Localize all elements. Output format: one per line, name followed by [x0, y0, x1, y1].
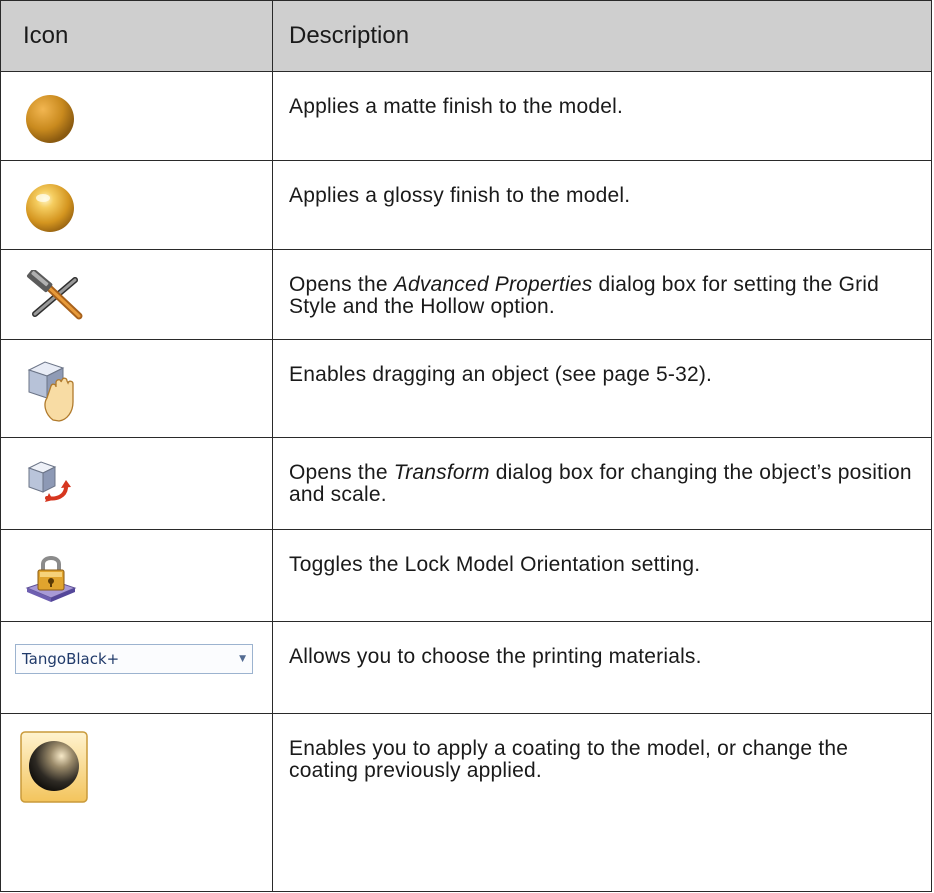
header-icon: Icon	[0, 0, 273, 72]
coating-icon	[20, 731, 88, 803]
row-description: Applies a matte finish to the model.	[272, 71, 932, 161]
lock-orientation-icon	[25, 556, 77, 602]
chevron-down-icon[interactable]: ▼	[239, 654, 246, 664]
dialog-name-transform: Transform	[393, 461, 490, 484]
row-description: Applies a glossy finish to the model.	[272, 160, 932, 250]
row-description: Opens the Advanced Properties dialog box…	[272, 249, 932, 340]
table-row: TangoBlack+ ▼ Allows you to choose the p…	[0, 621, 932, 714]
row-description: Opens the Transform dialog box for chang…	[272, 437, 932, 530]
table-header-row: Icon Description	[0, 0, 932, 72]
glossy-sphere-icon	[26, 184, 74, 232]
materials-dropdown-value: TangoBlack+	[22, 650, 120, 668]
header-description: Description	[272, 0, 932, 72]
materials-dropdown[interactable]: TangoBlack+ ▼	[15, 644, 253, 674]
icon-description-table: Icon Description Applies a matte finish …	[0, 0, 932, 892]
row-description: Allows you to choose the printing materi…	[272, 621, 932, 714]
matte-sphere-icon	[26, 95, 74, 143]
table-row: Opens the Transform dialog box for chang…	[0, 437, 932, 530]
table-row: Toggles the Lock Model Orientation setti…	[0, 529, 932, 622]
row-description: Enables you to apply a coating to the mo…	[272, 713, 932, 892]
dialog-name-advanced-properties: Advanced Properties	[393, 273, 593, 296]
desc-text-pre: Opens the	[289, 273, 394, 296]
table-row: Applies a matte finish to the model.	[0, 71, 932, 161]
tools-icon	[27, 268, 83, 320]
desc-text-pre: Opens the	[289, 461, 394, 484]
table-row: Enables dragging an object (see page 5-3…	[0, 339, 932, 438]
transform-icon	[27, 461, 71, 502]
drag-object-icon	[27, 361, 74, 422]
table-row: Enables you to apply a coating to the mo…	[0, 713, 932, 892]
row-description: Toggles the Lock Model Orientation setti…	[272, 529, 932, 622]
row-description: Enables dragging an object (see page 5-3…	[272, 339, 932, 438]
table-row: Applies a glossy finish to the model.	[0, 160, 932, 250]
table-row: Opens the Advanced Properties dialog box…	[0, 249, 932, 340]
